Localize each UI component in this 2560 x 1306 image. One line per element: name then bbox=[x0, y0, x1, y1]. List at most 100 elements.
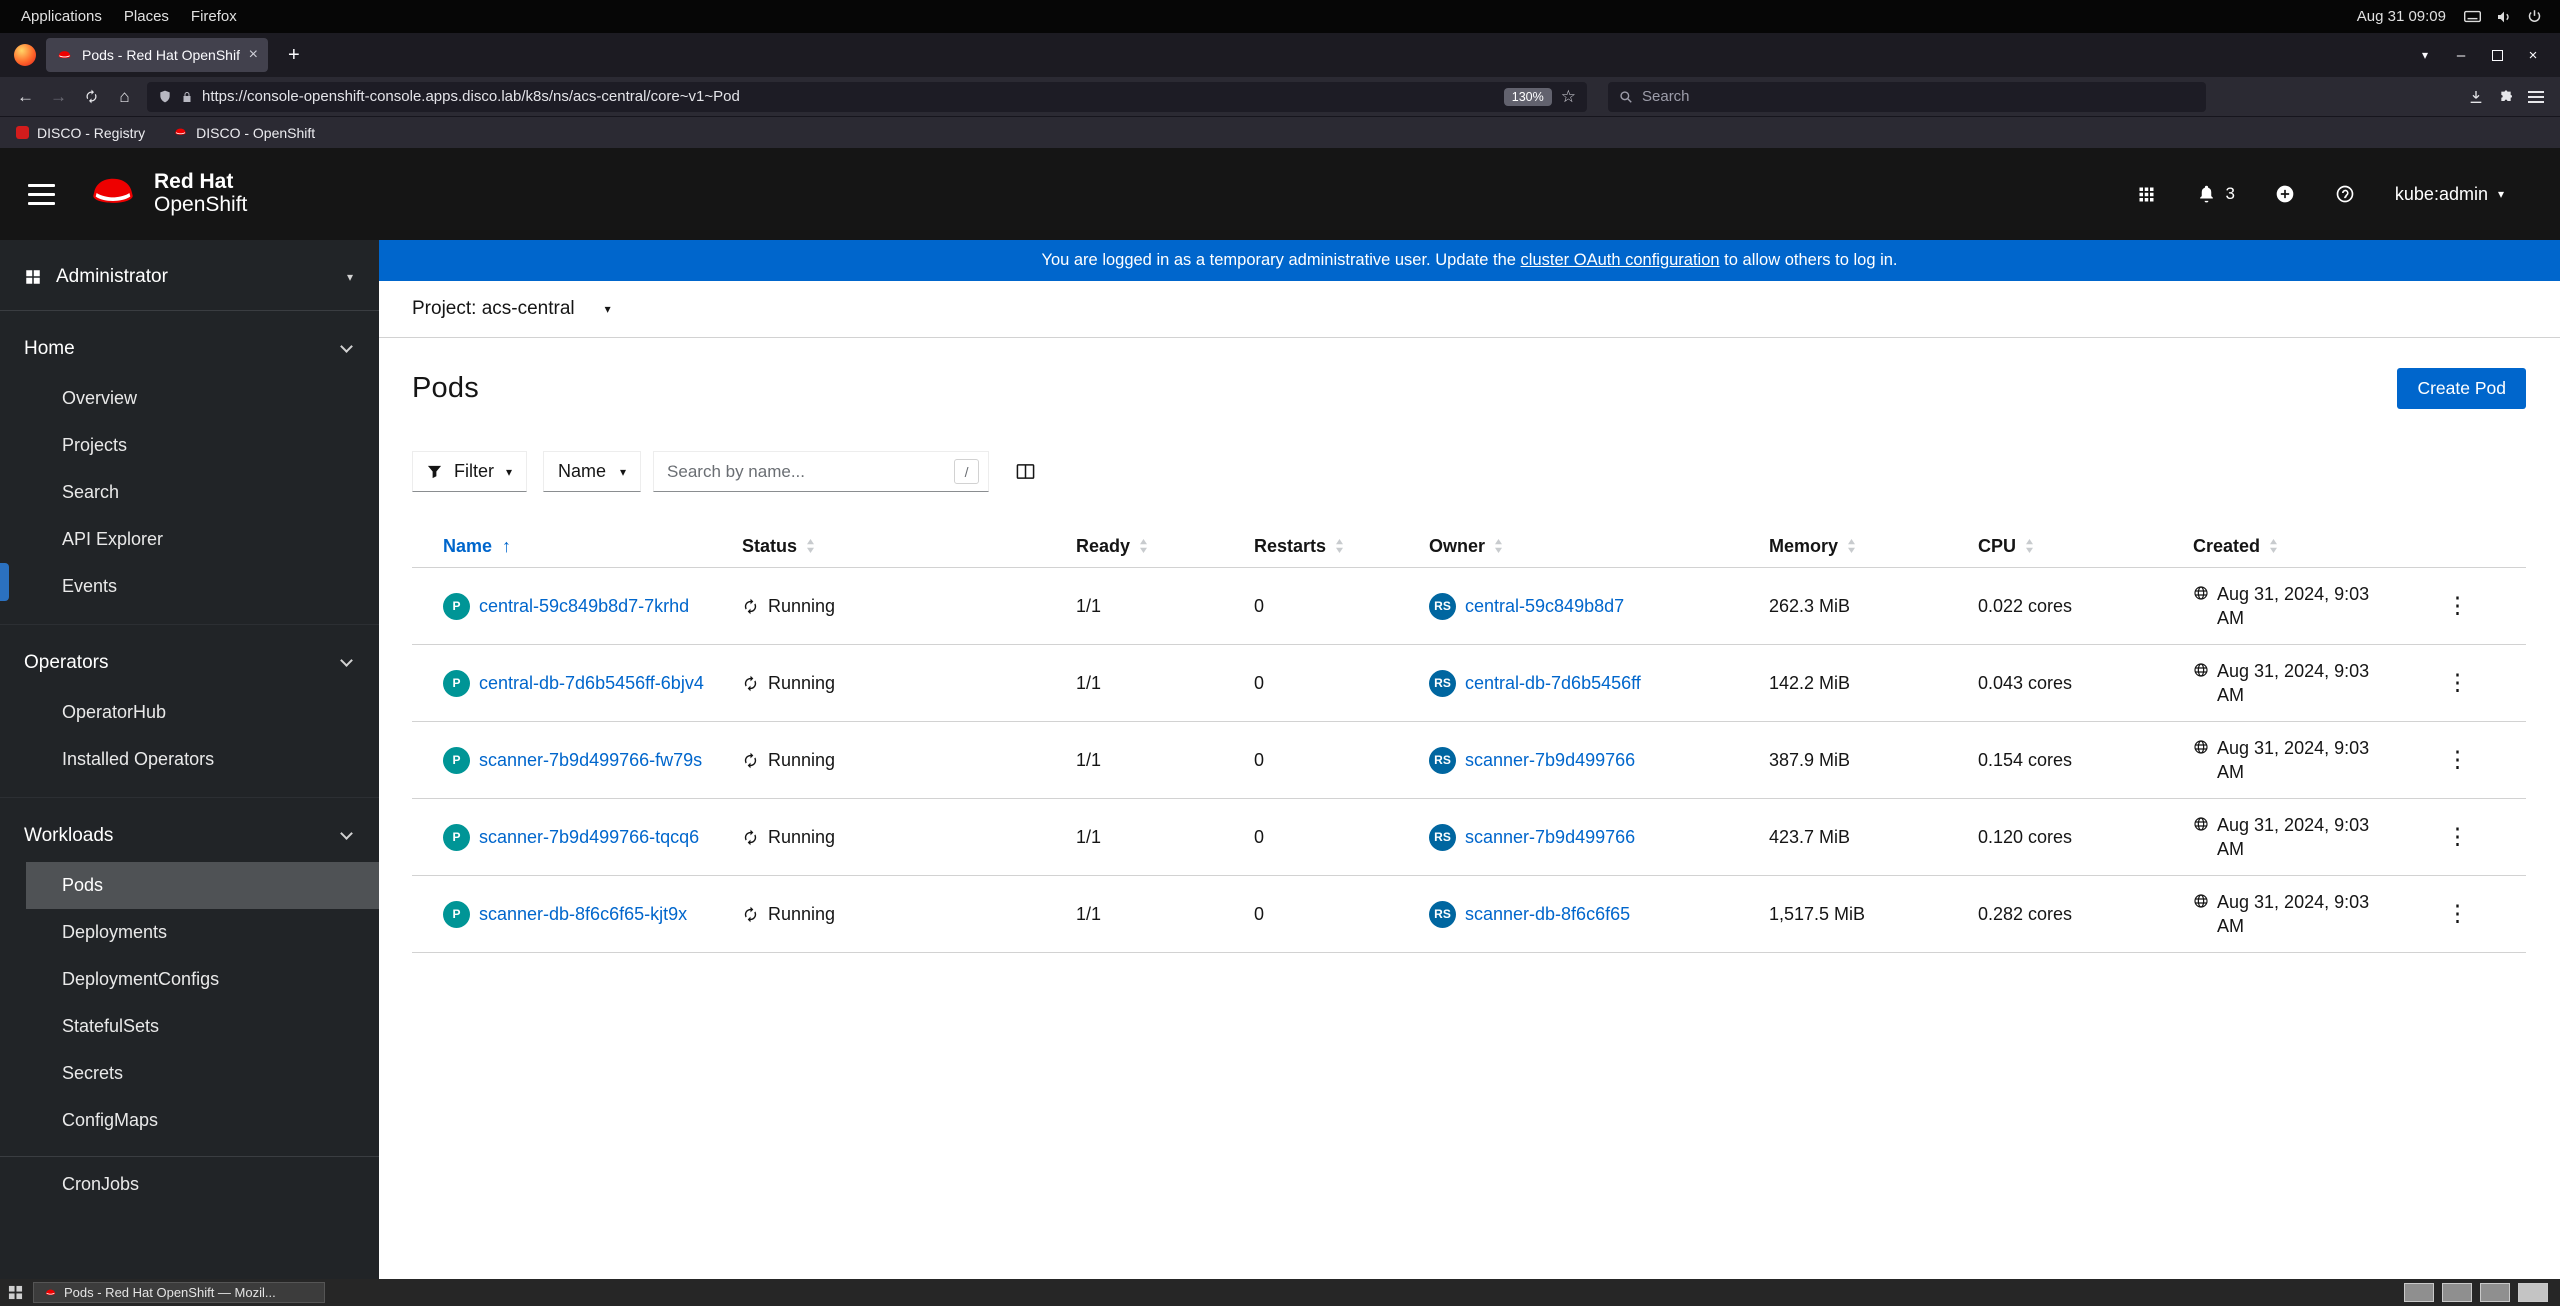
sidebar-item-deploymentconfigs[interactable]: DeploymentConfigs bbox=[0, 956, 379, 1003]
pod-memory: 423.7 MiB bbox=[1769, 798, 1978, 876]
col-header-ready[interactable]: Ready bbox=[1076, 526, 1254, 568]
sidebar-item-secrets[interactable]: Secrets bbox=[0, 1050, 379, 1097]
quick-create-icon[interactable] bbox=[2275, 184, 2295, 204]
applications-menu[interactable]: Applications bbox=[10, 6, 113, 27]
firefox-menu[interactable]: Firefox bbox=[180, 6, 248, 27]
pod-link[interactable]: central-db-7d6b5456ff-6bjv4 bbox=[479, 673, 704, 694]
browser-search-bar[interactable] bbox=[1608, 81, 2206, 112]
sidebar-group-operators[interactable]: Operators bbox=[0, 637, 379, 689]
workspace-3[interactable] bbox=[2480, 1283, 2510, 1302]
bookmark-disco-openshift[interactable]: DISCO - OpenShift bbox=[173, 125, 315, 141]
owner-link[interactable]: central-59c849b8d7 bbox=[1465, 596, 1624, 617]
col-header-created[interactable]: Created bbox=[2193, 526, 2399, 568]
home-button[interactable]: ⌂ bbox=[109, 83, 140, 111]
clock[interactable]: Aug 31 09:09 bbox=[2357, 8, 2446, 25]
shield-icon[interactable] bbox=[158, 89, 172, 104]
user-menu[interactable]: kube:admin ▾ bbox=[2395, 184, 2504, 205]
col-header-restarts[interactable]: Restarts bbox=[1254, 526, 1429, 568]
maximize-button[interactable] bbox=[2480, 41, 2514, 69]
sidebar-item-pods[interactable]: Pods bbox=[26, 862, 379, 909]
pod-link[interactable]: scanner-7b9d499766-fw79s bbox=[479, 750, 702, 771]
volume-icon[interactable] bbox=[2496, 9, 2512, 25]
sync-icon bbox=[742, 598, 759, 615]
bookmark-star-icon[interactable]: ☆ bbox=[1561, 87, 1576, 107]
firefox-icon[interactable] bbox=[14, 44, 36, 66]
workspace-2[interactable] bbox=[2442, 1283, 2472, 1302]
new-tab-button[interactable]: + bbox=[278, 44, 310, 67]
col-header-name[interactable]: Name ↑ bbox=[412, 526, 742, 568]
workspace-1[interactable] bbox=[2404, 1283, 2434, 1302]
col-header-memory[interactable]: Memory bbox=[1769, 526, 1978, 568]
owner-link[interactable]: central-db-7d6b5456ff bbox=[1465, 673, 1641, 694]
lock-icon[interactable] bbox=[181, 90, 193, 104]
sync-icon bbox=[742, 675, 759, 692]
pod-link[interactable]: scanner-7b9d499766-tqcq6 bbox=[479, 827, 699, 848]
col-header-status[interactable]: Status bbox=[742, 526, 1076, 568]
tab-close-icon[interactable]: × bbox=[249, 46, 258, 64]
power-icon[interactable] bbox=[2527, 9, 2542, 24]
sidebar-group-workloads[interactable]: Workloads bbox=[0, 810, 379, 862]
close-button[interactable]: × bbox=[2516, 41, 2550, 69]
list-tabs-icon[interactable]: ▾ bbox=[2408, 41, 2442, 69]
kebab-menu-icon[interactable]: ⋮ bbox=[2438, 825, 2477, 848]
kebab-menu-icon[interactable]: ⋮ bbox=[2438, 748, 2477, 771]
minimize-button[interactable]: – bbox=[2444, 41, 2478, 69]
sidebar-item-operatorhub[interactable]: OperatorHub bbox=[0, 689, 379, 736]
sortable-icon bbox=[806, 539, 815, 553]
kebab-menu-icon[interactable]: ⋮ bbox=[2438, 594, 2477, 617]
kebab-menu-icon[interactable]: ⋮ bbox=[2438, 671, 2477, 694]
brand-logo[interactable]: Red Hat OpenShift bbox=[85, 171, 247, 216]
sidebar-item-configmaps[interactable]: ConfigMaps bbox=[0, 1097, 379, 1144]
sidebar-group-home[interactable]: Home bbox=[0, 323, 379, 375]
taskbar-window-button[interactable]: Pods - Red Hat OpenShift — Mozil... bbox=[33, 1282, 325, 1303]
sidebar-item-deployments[interactable]: Deployments bbox=[0, 909, 379, 956]
oauth-config-link[interactable]: cluster OAuth configuration bbox=[1521, 251, 1720, 270]
sidebar-item-overview[interactable]: Overview bbox=[0, 375, 379, 422]
nav-toggle-icon[interactable] bbox=[28, 183, 55, 205]
zoom-level-badge[interactable]: 130% bbox=[1503, 87, 1552, 106]
sidebar-item-search[interactable]: Search bbox=[0, 469, 379, 516]
reload-button[interactable] bbox=[76, 83, 107, 111]
column-management-icon[interactable] bbox=[1015, 462, 1036, 481]
red-hat-logo-icon bbox=[85, 174, 141, 214]
url-input[interactable] bbox=[202, 88, 1495, 105]
sidebar-item-statefulsets[interactable]: StatefulSets bbox=[0, 1003, 379, 1050]
sidebar-scroll-indicator[interactable] bbox=[0, 563, 9, 601]
downloads-icon[interactable] bbox=[2468, 89, 2484, 105]
pod-link[interactable]: central-59c849b8d7-7krhd bbox=[479, 596, 689, 617]
perspective-switcher[interactable]: Administrator ▾ bbox=[0, 240, 379, 311]
workspace-4[interactable] bbox=[2518, 1283, 2548, 1302]
url-bar[interactable]: 130% ☆ bbox=[147, 81, 1587, 112]
owner-link[interactable]: scanner-7b9d499766 bbox=[1465, 827, 1635, 848]
name-search-input[interactable] bbox=[667, 461, 947, 482]
filter-dropdown[interactable]: Filter ▾ bbox=[412, 451, 528, 492]
back-button[interactable]: ← bbox=[10, 83, 41, 111]
sidebar-item-cronjobs[interactable]: CronJobs bbox=[0, 1156, 379, 1208]
browser-search-input[interactable] bbox=[1642, 88, 2195, 105]
notification-bell[interactable]: 3 bbox=[2197, 184, 2235, 204]
kebab-menu-icon[interactable]: ⋮ bbox=[2438, 902, 2477, 925]
bookmark-disco-registry[interactable]: DISCO - Registry bbox=[16, 125, 145, 141]
project-selector[interactable]: Project: acs-central ▾ bbox=[379, 281, 2560, 338]
create-pod-button[interactable]: Create Pod bbox=[2397, 368, 2526, 409]
name-search-field[interactable]: / bbox=[653, 451, 990, 492]
places-menu[interactable]: Places bbox=[113, 6, 180, 27]
owner-link[interactable]: scanner-db-8f6c6f65 bbox=[1465, 904, 1630, 925]
owner-link[interactable]: scanner-7b9d499766 bbox=[1465, 750, 1635, 771]
window-list-icon[interactable] bbox=[8, 1285, 23, 1300]
extensions-icon[interactable] bbox=[2498, 89, 2514, 105]
forward-button[interactable]: → bbox=[43, 83, 74, 111]
pod-link[interactable]: scanner-db-8f6c6f65-kjt9x bbox=[479, 904, 687, 925]
sidebar-item-events[interactable]: Events bbox=[0, 563, 379, 610]
app-launcher-icon[interactable] bbox=[2136, 184, 2157, 205]
filter-attribute-dropdown[interactable]: Name ▾ bbox=[543, 451, 642, 492]
col-header-cpu[interactable]: CPU bbox=[1978, 526, 2193, 568]
browser-tab[interactable]: Pods - Red Hat OpenShift × bbox=[46, 38, 268, 72]
sidebar-item-projects[interactable]: Projects bbox=[0, 422, 379, 469]
keyboard-icon[interactable] bbox=[2464, 10, 2481, 23]
sidebar-item-installed-operators[interactable]: Installed Operators bbox=[0, 736, 379, 783]
col-header-owner[interactable]: Owner bbox=[1429, 526, 1769, 568]
help-icon[interactable] bbox=[2335, 184, 2355, 204]
sidebar-item-api-explorer[interactable]: API Explorer bbox=[0, 516, 379, 563]
menu-icon[interactable] bbox=[2528, 90, 2544, 103]
